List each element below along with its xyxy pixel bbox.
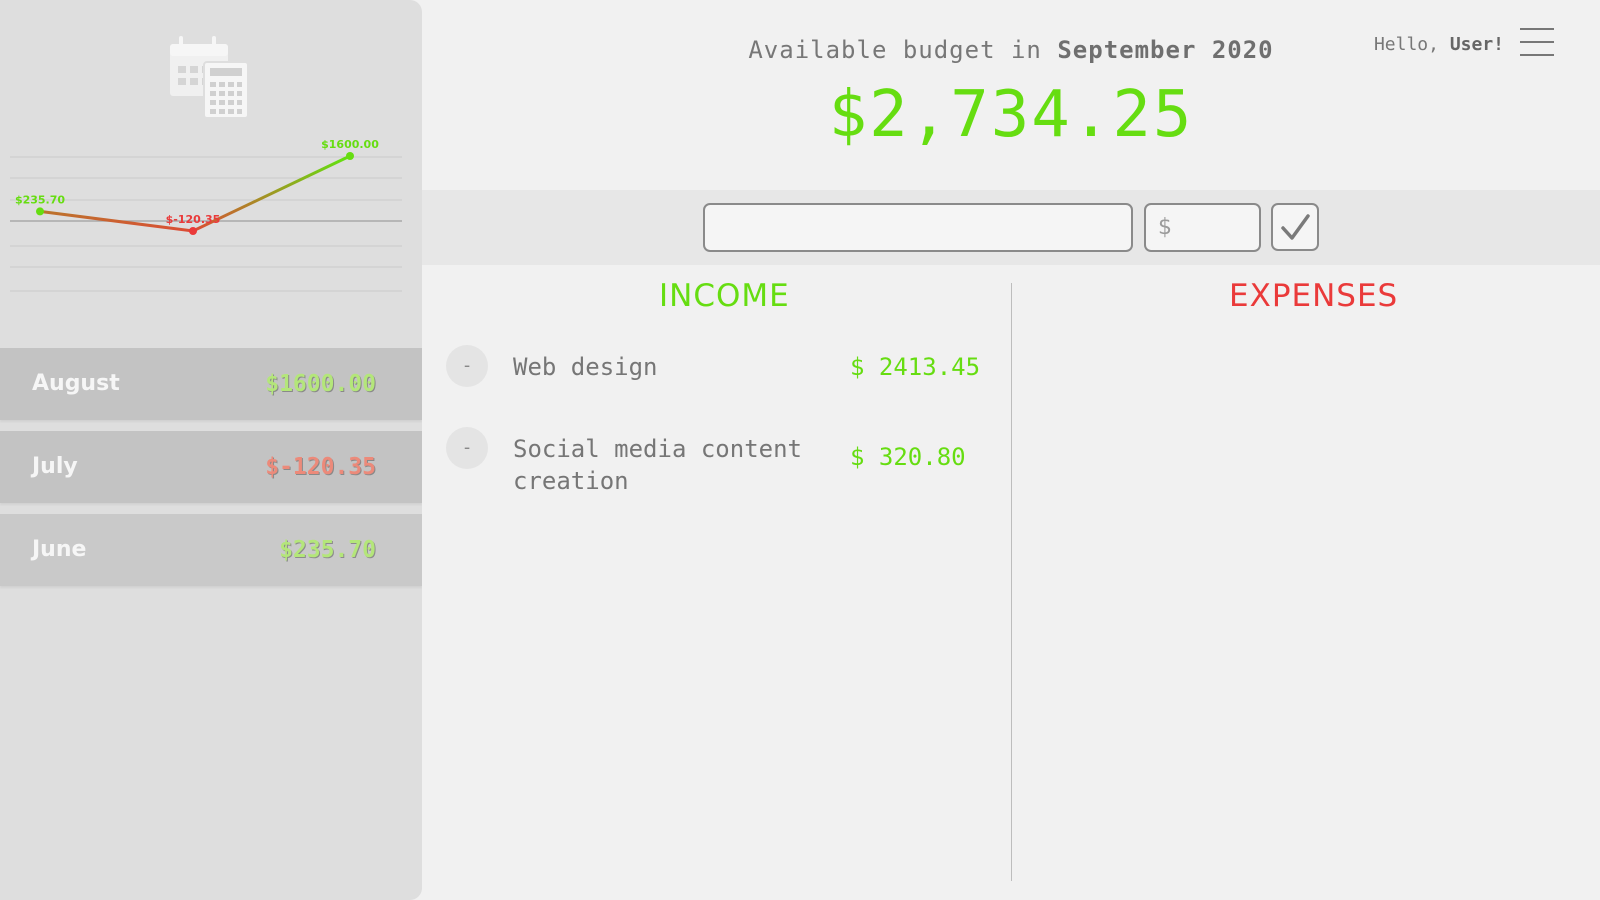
budget-history-chart: $235.70 $-120.35 $1600.00: [10, 138, 402, 292]
chart-data-label: $-120.35: [166, 213, 221, 226]
greeting-prefix: Hello,: [1373, 34, 1439, 55]
month-row-june[interactable]: June $235.70: [0, 514, 422, 586]
greeting-username: User!: [1449, 34, 1504, 55]
month-name: August: [32, 371, 120, 396]
chart-data-label: $235.70: [15, 193, 65, 206]
month-name: June: [32, 537, 87, 562]
column-divider: [1011, 283, 1012, 881]
month-balance: $-120.35: [265, 454, 376, 480]
chart-point-june: [36, 207, 44, 216]
month-balance: $1600.00: [265, 371, 376, 397]
budget-month: September 2020: [1057, 36, 1274, 64]
user-greeting: Hello, User!: [1374, 34, 1504, 55]
month-balance: $235.70: [279, 537, 376, 563]
header: Available budget in September 2020 $2,73…: [422, 0, 1600, 190]
month-name: July: [32, 454, 78, 479]
income-value: $ 320.80: [850, 443, 966, 471]
income-description: Web design: [513, 353, 658, 381]
income-value: $ 2413.45: [850, 353, 981, 381]
expenses-title: EXPENSES: [1229, 278, 1399, 314]
value-input[interactable]: [1144, 203, 1261, 252]
income-description: Social media content creation: [513, 435, 802, 495]
delete-income-button[interactable]: -: [446, 427, 488, 469]
sidebar: $235.70 $-120.35 $1600.00 August $1600.00 …: [0, 0, 422, 900]
calendar-calculator-icon: [170, 36, 249, 118]
month-row-july[interactable]: July $-120.35: [0, 431, 422, 503]
chart-data-label: $1600.00: [321, 138, 379, 151]
description-input[interactable]: [703, 203, 1133, 252]
delete-income-button[interactable]: -: [446, 345, 488, 387]
checkmark-icon: [1281, 214, 1310, 240]
income-title: INCOME: [659, 278, 790, 314]
available-budget-amount: $2,734.25: [828, 78, 1194, 152]
month-list: August $1600.00 July $-120.35 June $235.…: [0, 348, 422, 597]
budget-title-prefix: Available budget in: [748, 36, 1042, 64]
chart-point-august: [346, 152, 354, 160]
hamburger-menu-icon[interactable]: [1520, 28, 1554, 60]
chart-point-july: [189, 227, 197, 235]
add-item-button[interactable]: [1271, 203, 1319, 251]
month-row-august[interactable]: August $1600.00: [0, 348, 422, 420]
add-item-bar: [422, 190, 1600, 265]
